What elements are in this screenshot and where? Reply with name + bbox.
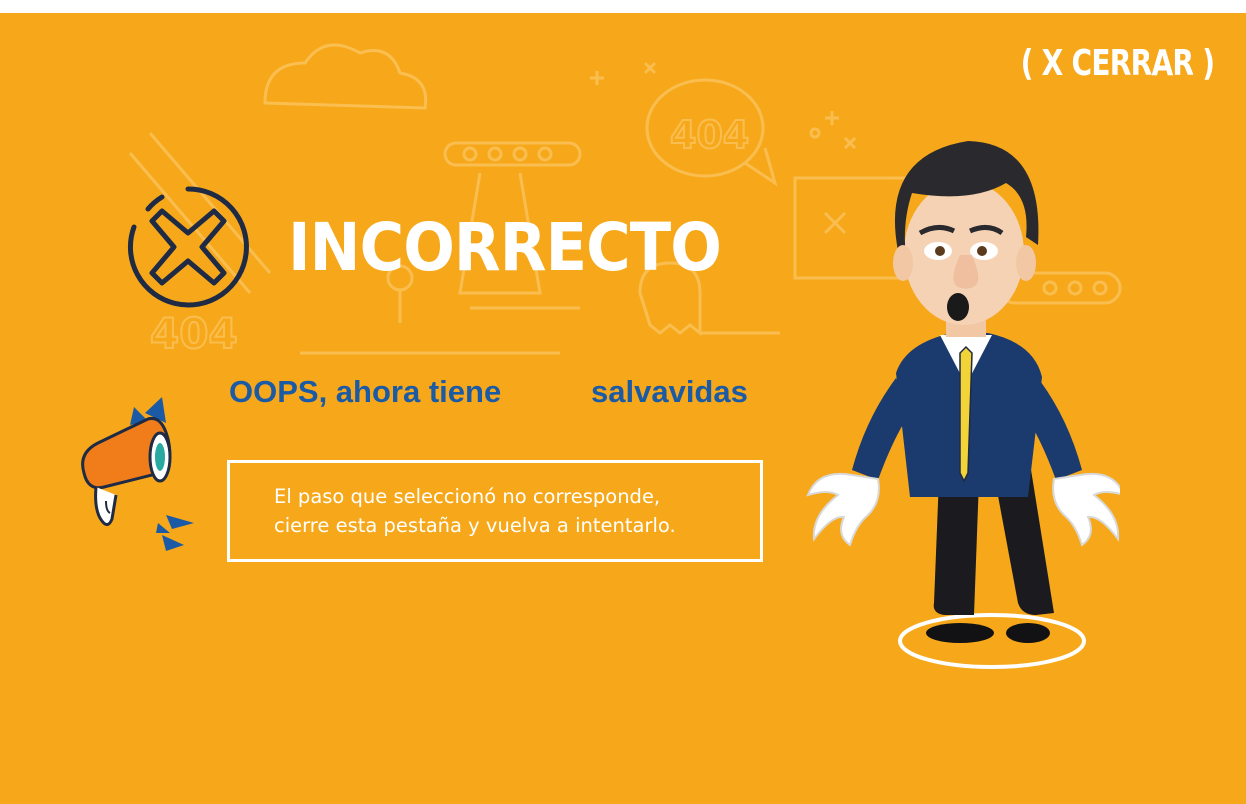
- megaphone-icon: [81, 397, 194, 551]
- message-box: El paso que seleccionó no corresponde, c…: [227, 460, 763, 562]
- doodle-404-bubble: 404: [670, 113, 749, 157]
- doodle-404-left: 404: [150, 309, 238, 358]
- subtitle-part-1: OOPS, ahora tiene: [229, 374, 502, 409]
- character-illustration: [806, 141, 1120, 669]
- error-panel: 404 404 ( X CERRAR ) INCORRECTO OOPS, ah…: [0, 13, 1246, 804]
- message-line-2: cierre esta pestaña y vuelva a intentarl…: [274, 514, 676, 537]
- subtitle-part-2: salvavidas: [591, 374, 748, 409]
- message-line-1: El paso que seleccionó no corresponde,: [274, 485, 661, 508]
- page-title: INCORRECTO: [288, 209, 722, 286]
- close-button[interactable]: ( X CERRAR ): [1020, 43, 1214, 84]
- close-x-circle-icon: [127, 186, 249, 308]
